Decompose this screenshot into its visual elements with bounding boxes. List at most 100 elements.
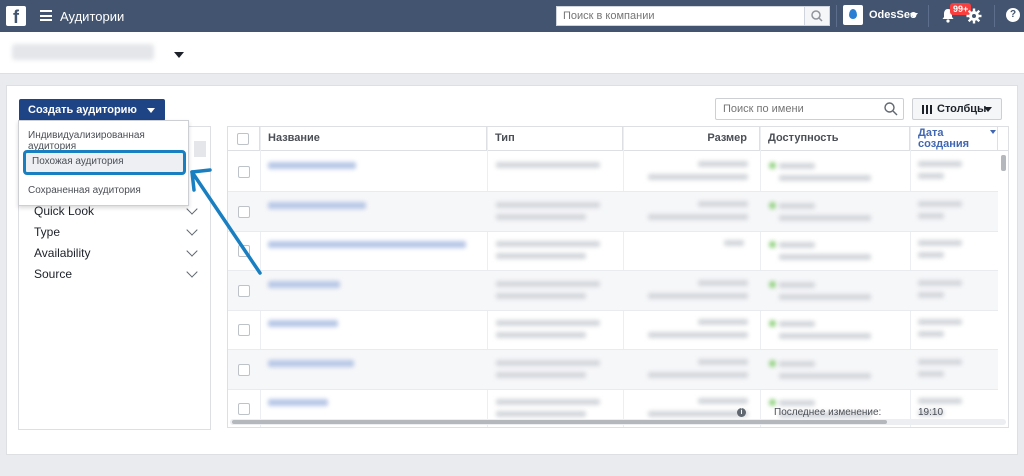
header-select-cell: [228, 127, 260, 151]
ad-account-bar: [0, 32, 1024, 74]
availability-status-dot: [769, 241, 776, 248]
audience-name-blurred[interactable]: [268, 241, 466, 248]
availability-status-dot: [769, 399, 776, 406]
availability-status-blurred: [779, 360, 815, 367]
column-header-availability[interactable]: Доступность: [760, 127, 910, 151]
vertical-scrollbar[interactable]: [1001, 155, 1006, 171]
columns-label: Столбцы: [937, 103, 987, 115]
created-date-blurred: [918, 358, 962, 365]
availability-status-blurred: [779, 281, 815, 288]
topbar-divider: [836, 5, 837, 27]
row-checkbox[interactable]: [238, 363, 250, 376]
search-icon: [884, 102, 898, 116]
availability-status-blurred: [779, 242, 815, 248]
availability-status-dot: [769, 201, 776, 209]
audience-size-detail-blurred: [648, 174, 748, 180]
audience-source-blurred: [496, 411, 586, 417]
audience-name-blurred[interactable]: [268, 162, 356, 169]
columns-button[interactable]: Столбцы: [912, 98, 1002, 120]
filter-quick-look[interactable]: Quick Look: [34, 204, 94, 218]
settings-gear-icon[interactable]: [966, 8, 982, 24]
audience-size-detail-blurred: [648, 213, 748, 220]
info-icon[interactable]: i: [737, 408, 746, 417]
column-header-type[interactable]: Тип: [487, 127, 623, 151]
table-row[interactable]: [228, 191, 998, 232]
audience-name-blurred[interactable]: [268, 280, 340, 288]
availability-status-blurred: [779, 400, 815, 406]
ad-account-name-blurred[interactable]: [12, 44, 154, 60]
menu-item-lookalike-audience[interactable]: Похожая аудитория: [23, 150, 186, 175]
audience-size-blurred: [698, 279, 748, 286]
filter-availability[interactable]: Availability: [34, 246, 90, 260]
chevron-down-icon: [984, 107, 992, 112]
availability-status-blurred: [779, 163, 815, 169]
business-switcher-chevron-icon[interactable]: [910, 13, 918, 18]
column-header-name[interactable]: Название: [260, 127, 487, 151]
create-audience-menu: Индивидуализированная аудитория Похожая …: [18, 120, 189, 206]
audience-name-blurred[interactable]: [268, 399, 328, 406]
availability-detail-blurred: [779, 254, 871, 260]
audience-size-blurred: [698, 398, 748, 404]
filter-source[interactable]: Source: [34, 267, 72, 281]
row-checkbox[interactable]: [238, 403, 250, 415]
availability-status-blurred: [779, 202, 815, 209]
audience-source-blurred: [496, 371, 586, 378]
filter-type[interactable]: Type: [34, 225, 60, 239]
sidebar-selected-marker: [194, 141, 206, 157]
audience-size-detail-blurred: [648, 332, 748, 338]
table-header: Название Тип Размер Доступность Дата соз…: [228, 127, 1008, 151]
audience-size-detail-blurred: [648, 371, 748, 378]
columns-icon: [922, 105, 932, 114]
created-time-blurred: [918, 212, 944, 219]
created-date-blurred: [918, 240, 962, 246]
column-header-created[interactable]: Дата создания: [910, 127, 998, 151]
topbar-divider: [928, 5, 929, 27]
audience-name-blurred[interactable]: [268, 359, 354, 367]
created-time-blurred: [918, 252, 944, 258]
audience-source-blurred: [496, 213, 586, 220]
menu-item-saved-audience[interactable]: Сохраненная аудитория: [19, 185, 188, 196]
account-switcher-chevron-icon[interactable]: [174, 52, 184, 58]
audience-source-blurred: [496, 292, 586, 299]
row-checkbox[interactable]: [238, 324, 250, 336]
table-row[interactable]: [228, 231, 998, 271]
business-avatar[interactable]: [843, 5, 863, 25]
create-audience-button[interactable]: Создать аудиторию: [19, 99, 165, 121]
audience-name-blurred[interactable]: [268, 320, 338, 327]
availability-status-dot: [769, 320, 776, 327]
top-navigation-bar: f Аудитории OdesSeo 99+ ?: [0, 0, 1024, 32]
audience-size-detail-blurred: [648, 292, 748, 299]
audiences-table: Название Тип Размер Доступность Дата соз…: [227, 126, 1009, 428]
company-search-button[interactable]: [804, 6, 830, 26]
audience-type-blurred: [496, 201, 600, 208]
facebook-logo-icon[interactable]: f: [6, 6, 26, 27]
audience-name-blurred[interactable]: [268, 201, 366, 209]
table-row[interactable]: [228, 152, 998, 192]
app-title: Аудитории: [60, 9, 125, 24]
audience-type-blurred: [496, 320, 600, 326]
availability-detail-blurred: [779, 214, 871, 221]
table-row[interactable]: [228, 349, 998, 390]
availability-detail-blurred: [779, 293, 871, 300]
sort-descending-icon[interactable]: [990, 130, 996, 134]
horizontal-scrollbar[interactable]: [232, 420, 887, 424]
menu-item-custom-audience[interactable]: Индивидуализированная аудитория: [19, 130, 188, 152]
column-header-size[interactable]: Размер: [623, 127, 760, 151]
search-by-name-input[interactable]: [715, 98, 904, 120]
audience-size-blurred: [698, 319, 748, 325]
created-date-blurred: [918, 279, 962, 286]
audience-type-blurred: [496, 399, 600, 405]
audience-type-blurred: [496, 280, 600, 287]
row-checkbox[interactable]: [238, 284, 250, 297]
table-row[interactable]: [228, 270, 998, 311]
created-time-blurred: [918, 291, 944, 298]
menu-icon[interactable]: [40, 10, 52, 21]
created-date-blurred: [918, 319, 962, 325]
company-search-input[interactable]: [556, 6, 806, 26]
table-row[interactable]: [228, 310, 998, 350]
select-all-checkbox[interactable]: [237, 133, 249, 145]
audience-size-blurred: [698, 161, 748, 167]
help-icon[interactable]: ?: [1006, 8, 1020, 22]
created-time-blurred: [918, 173, 944, 179]
topbar-divider: [994, 5, 995, 27]
